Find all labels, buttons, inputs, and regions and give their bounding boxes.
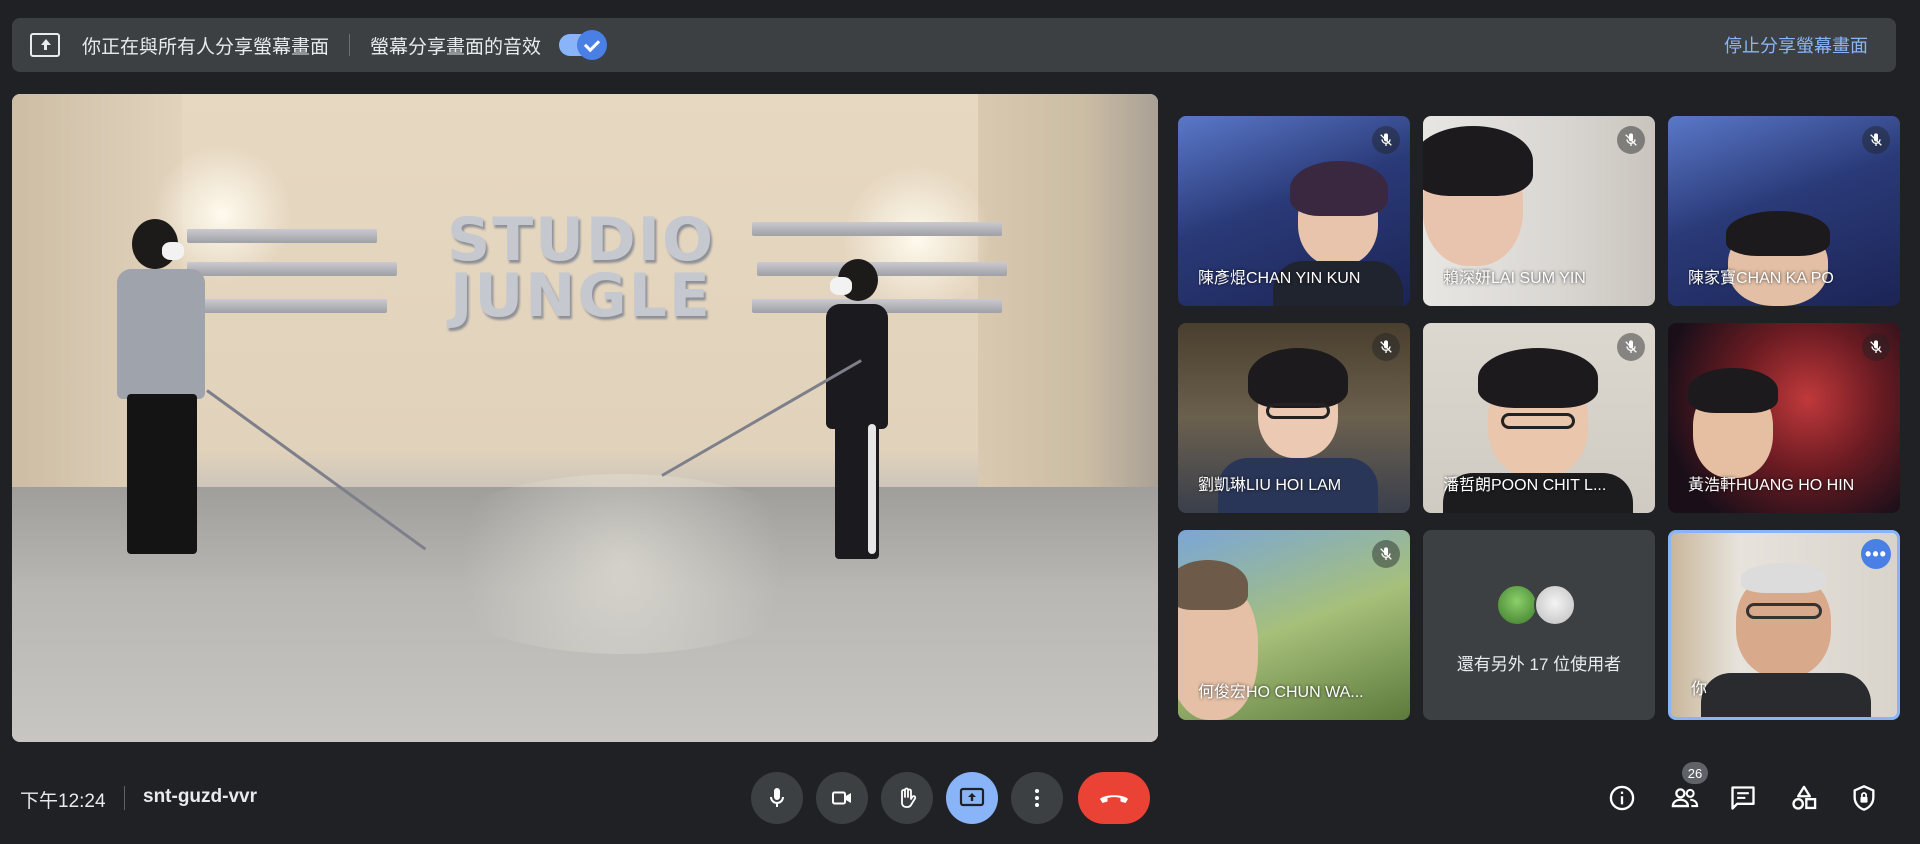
meeting-code: snt-guzd-vvr <box>143 786 257 807</box>
participant-name: 黃浩軒HUANG HO HIN <box>1688 477 1855 494</box>
participant-name: 潘哲朗POON CHIT L... <box>1443 477 1607 494</box>
stop-sharing-button[interactable]: 停止分享螢幕畫面 <box>1724 32 1868 58</box>
participant-name: 賴深妍LAI SUM YIN <box>1443 270 1586 287</box>
activities-button[interactable] <box>1786 780 1822 816</box>
mic-off-icon <box>1617 333 1645 361</box>
wall-stripe <box>187 299 387 313</box>
camera-button[interactable] <box>816 772 868 824</box>
share-audio-toggle[interactable] <box>559 30 608 60</box>
people-icon <box>1671 788 1699 808</box>
more-participants-label: 還有另外 17 位使用者 <box>1456 655 1622 674</box>
screen-share-banner: 你正在與所有人分享螢幕畫面 螢幕分享畫面的音效 停止分享螢幕畫面 <box>12 18 1896 72</box>
logo-line-1: STUDIO <box>447 205 715 275</box>
more-options-icon[interactable]: ••• <box>1861 539 1891 569</box>
video-camera-icon <box>832 791 851 805</box>
leave-call-button[interactable] <box>1078 772 1150 824</box>
people-button[interactable] <box>1667 780 1703 816</box>
participant-name: 陳彥焜CHAN YIN KUN <box>1198 270 1361 287</box>
share-audio-label: 螢幕分享畫面的音效 <box>370 36 542 58</box>
participant-name: 陳家寶CHAN KA PO <box>1688 270 1834 287</box>
microphone-button[interactable] <box>751 772 803 824</box>
shapes-icon <box>1792 785 1817 810</box>
participant-name: 何俊宏HO CHUN WA... <box>1198 684 1364 701</box>
raise-hand-button[interactable] <box>881 772 933 824</box>
hang-up-icon <box>1100 795 1128 803</box>
avatar-stack <box>1496 584 1576 626</box>
shield-lock-icon <box>1853 785 1875 811</box>
participant-tile[interactable]: 陳彥焜CHAN YIN KUN <box>1178 116 1410 306</box>
wall-stripe <box>757 262 1007 276</box>
more-options-button[interactable] <box>1011 772 1063 824</box>
participant-tile[interactable]: 劉凱琳LIU HOI LAM <box>1178 323 1410 513</box>
meeting-details-button[interactable] <box>1604 780 1640 816</box>
participant-tile[interactable]: 何俊宏HO CHUN WA... <box>1178 530 1410 720</box>
meeting-control-bar: 下午12:24 snt-guzd-vvr 26 <box>0 760 1920 844</box>
logo-line-2: JUNGLE <box>450 261 712 331</box>
chat-button[interactable] <box>1725 780 1761 816</box>
participant-tile[interactable]: 潘哲朗POON CHIT L... <box>1423 323 1655 513</box>
more-vert-icon <box>1035 789 1039 807</box>
mic-off-icon <box>1372 126 1400 154</box>
checkmark-icon <box>577 30 608 60</box>
info-icon <box>1609 785 1635 811</box>
present-now-button[interactable] <box>946 772 998 824</box>
participant-name: 劉凱琳LIU HOI LAM <box>1198 477 1342 494</box>
hand-icon <box>901 787 917 808</box>
wall-stripe <box>187 229 377 243</box>
floor-reflection <box>412 474 832 654</box>
more-participants-tile[interactable]: 還有另外 17 位使用者 <box>1423 530 1655 720</box>
mic-off-icon <box>1617 126 1645 154</box>
shared-screen-video: STUDIO JUNGLE <box>12 94 1158 742</box>
self-name: 你 <box>1691 681 1708 698</box>
wall-stripe <box>752 222 1002 236</box>
present-screen-icon <box>959 787 985 807</box>
participant-tile[interactable]: 黃浩軒HUANG HO HIN <box>1668 323 1900 513</box>
mic-off-icon <box>1862 126 1890 154</box>
wall-stripe <box>187 262 397 276</box>
participant-count-badge: 26 <box>1682 762 1708 784</box>
mic-off-icon <box>1372 333 1400 361</box>
banner-divider <box>349 34 351 56</box>
participant-tile[interactable]: 陳家寶CHAN KA PO <box>1668 116 1900 306</box>
mic-off-icon <box>1862 333 1890 361</box>
sharing-status-text: 你正在與所有人分享螢幕畫面 <box>82 36 330 58</box>
chat-icon <box>1731 786 1755 810</box>
self-view-tile[interactable]: ••• 你 <box>1668 530 1900 720</box>
studio-logo: STUDIO JUNGLE <box>447 205 715 331</box>
meeting-time: 下午12:24 <box>20 791 106 812</box>
avatar <box>1496 584 1538 626</box>
bar-divider <box>124 786 125 810</box>
participant-tile[interactable]: 賴深妍LAI SUM YIN <box>1423 116 1655 306</box>
mic-off-icon <box>1372 540 1400 568</box>
studio-wall-right <box>978 94 1158 524</box>
avatar <box>1534 584 1576 626</box>
present-screen-icon <box>30 33 60 57</box>
microphone-icon <box>770 788 784 807</box>
host-controls-button[interactable] <box>1846 780 1882 816</box>
